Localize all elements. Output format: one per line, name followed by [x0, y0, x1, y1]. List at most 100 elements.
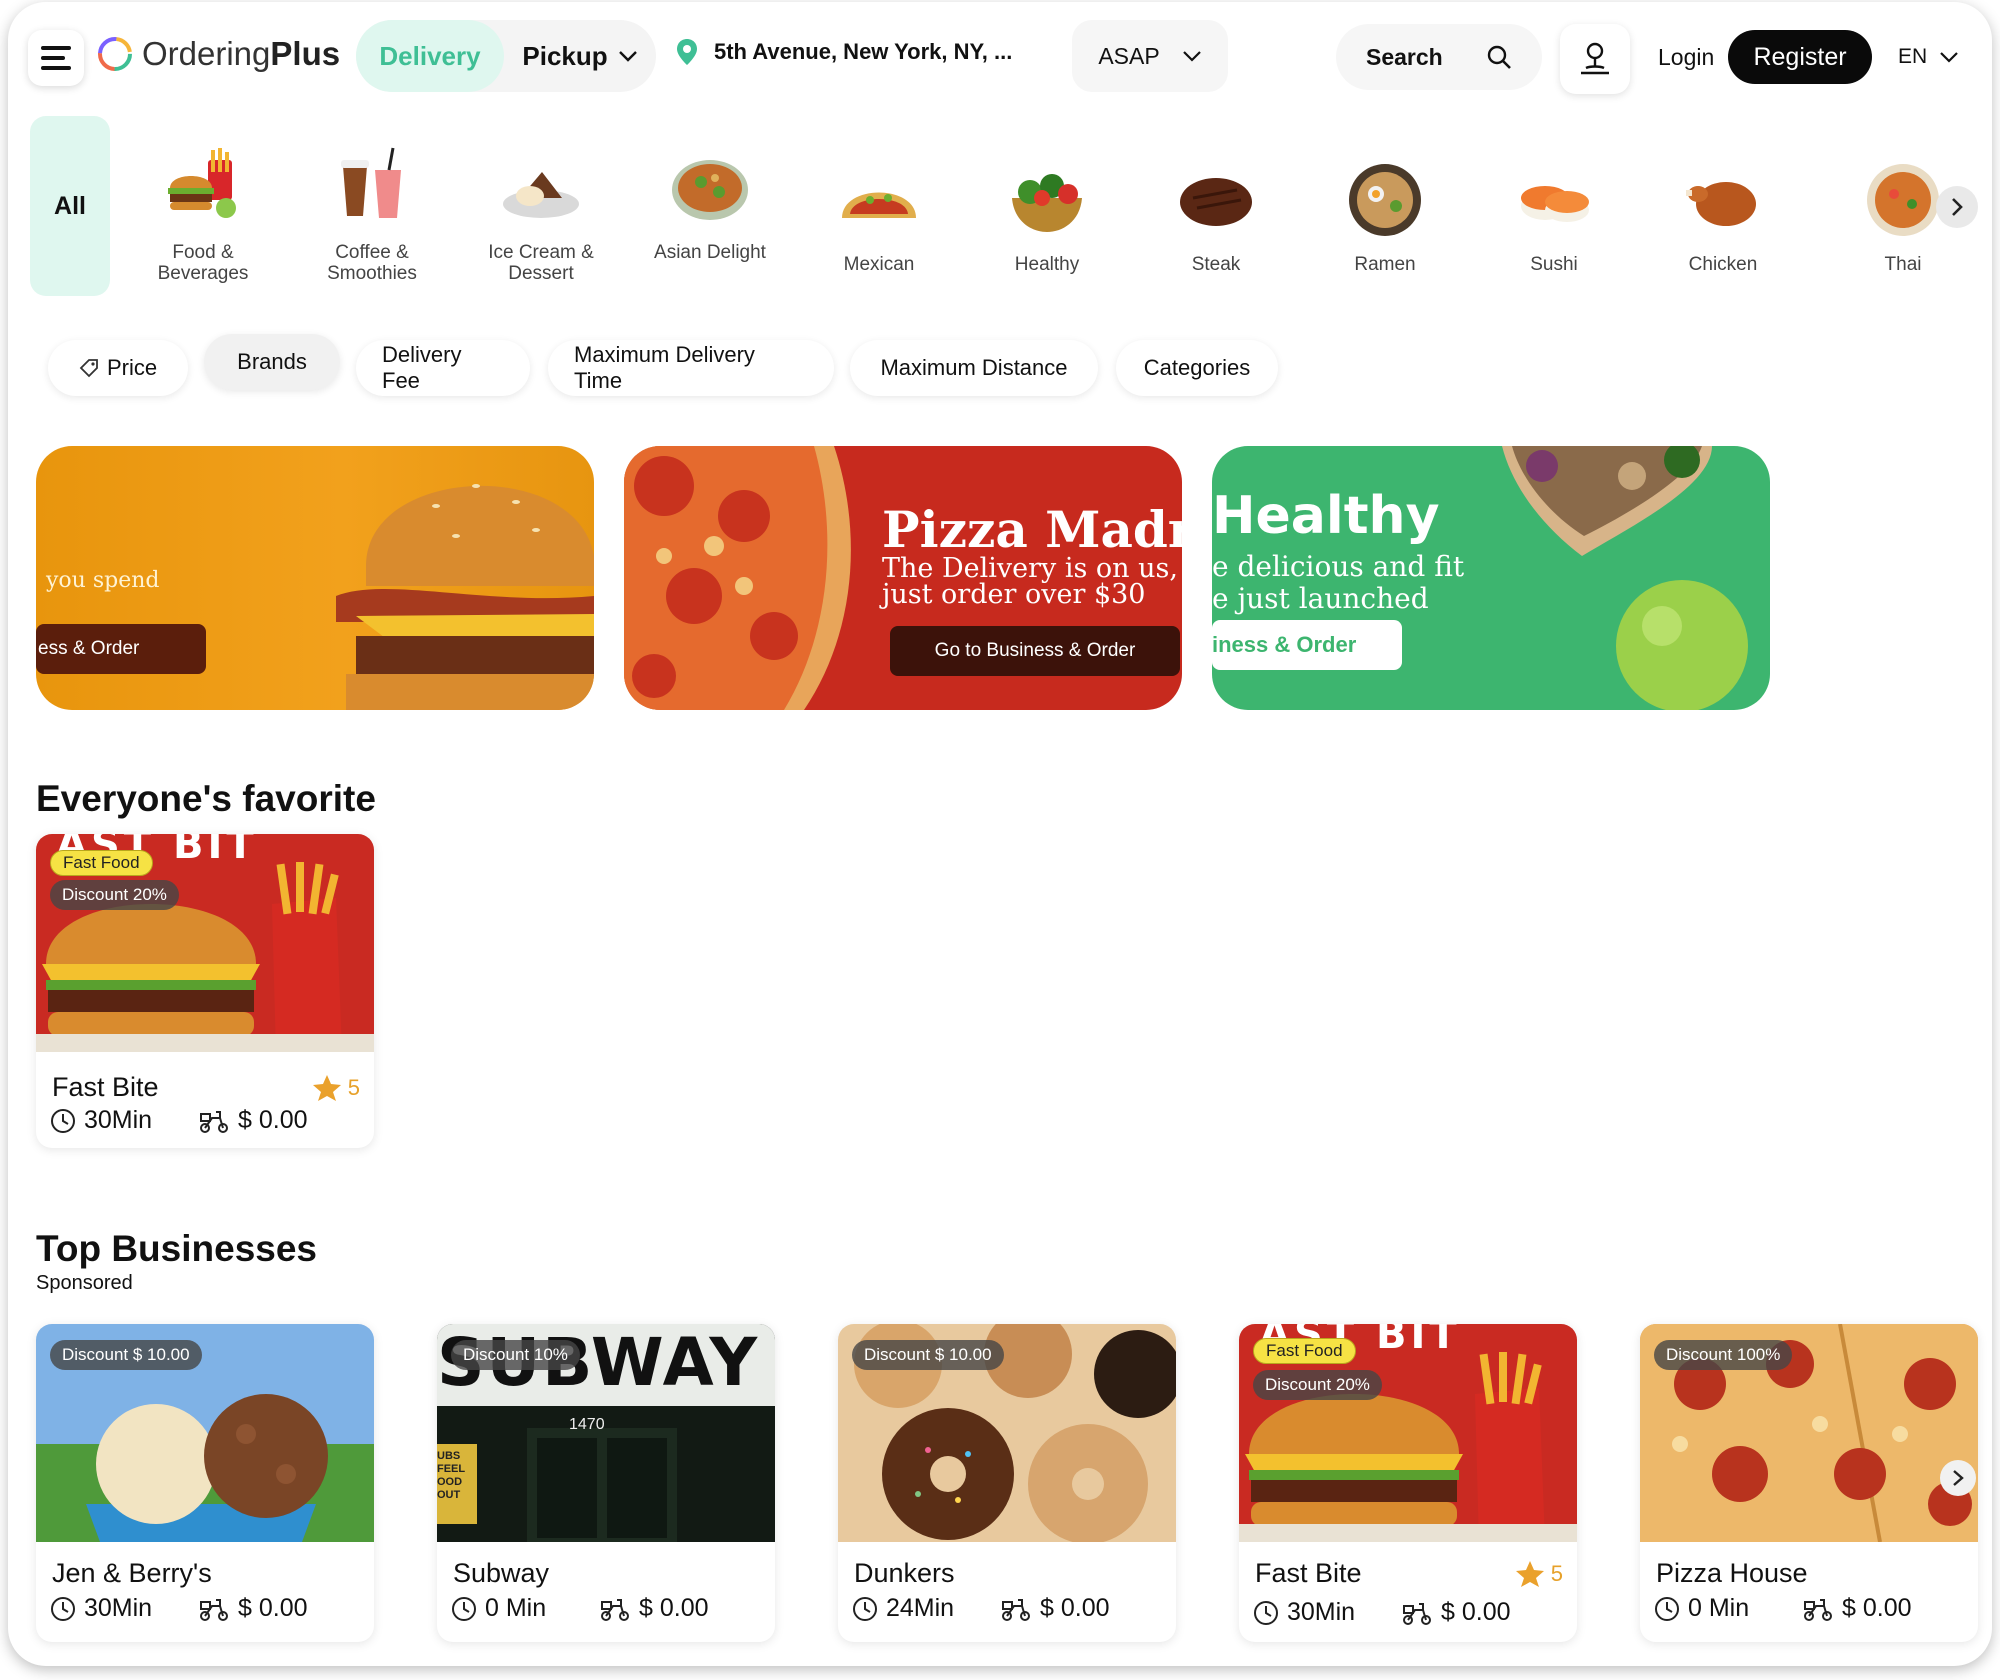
pickup-label: Pickup: [522, 40, 608, 71]
business-rating: 5: [312, 1074, 360, 1102]
business-card-fast-bite[interactable]: AST BIT Fast Food Discount 20% Fast Bite…: [36, 834, 374, 1148]
category-food-beverages[interactable]: Food & Beverages: [128, 132, 278, 284]
logo-text-bold: Plus: [270, 35, 341, 72]
category-all[interactable]: All: [30, 116, 110, 296]
category-mexican[interactable]: Mexican: [804, 144, 954, 275]
category-sushi[interactable]: Sushi: [1479, 144, 1629, 275]
tag-icon: [79, 359, 98, 378]
promo-banner-burger[interactable]: you spend ess & Order: [36, 446, 594, 710]
discount-badge: Discount $ 10.00: [50, 1340, 202, 1370]
chevron-down-icon: [1182, 51, 1201, 62]
address-selector[interactable]: 5th Avenue, New York, NY, ...: [676, 38, 1012, 66]
business-name: Dunkers: [854, 1558, 955, 1588]
discount-badge: Discount 10%: [451, 1340, 580, 1370]
business-photo: SUBWAY 1470 UBS FEEL OOD OUT Discount 10…: [437, 1324, 775, 1542]
category-scroll-next-button[interactable]: [1936, 186, 1978, 228]
app-window: OrderingPlus Delivery Pickup 5th Avenue,…: [8, 2, 1992, 1666]
rating-value: 5: [347, 1075, 360, 1100]
login-link[interactable]: Login: [1658, 44, 1714, 71]
photo-side-text: UBS FEEL OOD OUT: [437, 1450, 465, 1501]
delivery-time: 0 Min: [1654, 1594, 1749, 1623]
business-photo: AST BIT Fast Food Discount 20%: [1239, 1324, 1577, 1542]
user-location-button[interactable]: [1560, 24, 1630, 94]
business-card-dunkers[interactable]: Discount $ 10.00 Dunkers 24Min $ 0.00: [838, 1324, 1176, 1642]
star-icon: [1515, 1561, 1544, 1587]
thai-icon: [1867, 164, 1939, 236]
category-label: Steak: [1191, 254, 1241, 275]
asian-bowl-icon: [672, 160, 748, 220]
category-label: Healthy: [1014, 254, 1080, 275]
language-selector[interactable]: EN: [1898, 45, 1959, 69]
language-code: EN: [1898, 45, 1928, 68]
banner-order-button[interactable]: Go to Business & Order: [890, 626, 1180, 676]
time-value: 0 Min: [485, 1594, 547, 1622]
business-rating: 5: [1515, 1560, 1563, 1588]
pickup-tab[interactable]: Pickup: [504, 41, 656, 72]
category-label: Coffee & Smoothies: [327, 242, 417, 284]
category-label: Food & Beverages: [157, 242, 249, 284]
filter-categories[interactable]: Categories: [1116, 340, 1278, 396]
steak-icon: [1180, 178, 1252, 226]
ramen-icon: [1349, 164, 1421, 236]
banner-order-button[interactable]: ess & Order: [36, 624, 206, 674]
sponsored-label: Sponsored: [36, 1272, 133, 1294]
filter-label: Price: [106, 355, 158, 380]
business-card-jen-berrys[interactable]: Discount $ 10.00 Jen & Berry's 30Min $ 0…: [36, 1324, 374, 1642]
chevron-right-icon: [1952, 198, 1963, 216]
search-label: Search: [1366, 43, 1443, 70]
business-card-fast-bite-2[interactable]: AST BIT Fast Food Discount 20% Fast Bite…: [1239, 1324, 1577, 1642]
filter-delivery-fee[interactable]: Delivery Fee: [356, 340, 530, 396]
category-label: Thai: [1884, 254, 1922, 275]
time-value: 30Min: [84, 1594, 153, 1622]
hamburger-line: [41, 46, 71, 50]
filter-price[interactable]: Price: [48, 340, 188, 396]
filter-max-delivery-time[interactable]: Maximum Delivery Time: [548, 340, 834, 396]
delivery-tab[interactable]: Delivery: [356, 20, 504, 92]
category-asian-delight[interactable]: Asian Delight: [635, 132, 785, 263]
chevron-down-icon: [1940, 52, 1958, 63]
category-coffee-smoothies[interactable]: Coffee & Smoothies: [297, 132, 447, 284]
delivery-time: 30Min: [50, 1594, 152, 1623]
app-logo[interactable]: OrderingPlus: [96, 35, 340, 73]
category-ice-cream-dessert[interactable]: Ice Cream & Dessert: [466, 132, 616, 284]
fee-value: $ 0.00: [1842, 1594, 1912, 1622]
photo-sign-number: 1470: [569, 1416, 605, 1433]
order-type-toggle: Delivery Pickup: [356, 20, 656, 92]
sushi-icon: [1521, 186, 1589, 222]
clock-icon: [853, 1596, 877, 1621]
promo-banner-pizza[interactable]: Pizza Madr The Delivery is on us, just o…: [624, 446, 1182, 710]
delivery-time-selector[interactable]: ASAP: [1072, 20, 1228, 92]
delivery-time: 0 Min: [451, 1594, 546, 1623]
dessert-icon: [503, 172, 579, 218]
register-button[interactable]: Register: [1728, 30, 1872, 84]
burger-fries-icon: [168, 148, 236, 218]
category-steak[interactable]: Steak: [1141, 144, 1291, 275]
business-name: Jen & Berry's: [52, 1558, 212, 1588]
hamburger-line: [41, 66, 71, 70]
category-label: Sushi: [1530, 254, 1578, 275]
category-label: Ice Cream & Dessert: [488, 242, 594, 284]
businesses-scroll-next-button[interactable]: [1940, 1460, 1976, 1496]
top-header: OrderingPlus Delivery Pickup 5th Avenue,…: [8, 2, 1992, 114]
chevron-right-icon: [1953, 1470, 1964, 1486]
taco-icon: [842, 192, 916, 218]
scooter-icon: [1403, 1602, 1431, 1625]
category-healthy[interactable]: Healthy: [972, 144, 1122, 275]
business-name: Fast Bite: [52, 1072, 159, 1102]
discount-badge: Discount $ 10.00: [852, 1340, 1004, 1370]
delivery-fee: $ 0.00: [1000, 1594, 1110, 1623]
category-ramen[interactable]: Ramen: [1310, 144, 1460, 275]
clock-icon: [1655, 1596, 1679, 1621]
promo-banner-healthy[interactable]: Healthy e delicious and fit e just launc…: [1212, 446, 1770, 710]
filter-brands[interactable]: Brands: [204, 334, 340, 390]
search-button[interactable]: Search: [1336, 24, 1542, 90]
business-card-pizza-house[interactable]: Discount 100% Pizza House 0 Min $ 0.00: [1640, 1324, 1978, 1642]
filter-max-distance[interactable]: Maximum Distance: [850, 340, 1098, 396]
business-card-subway[interactable]: SUBWAY 1470 UBS FEEL OOD OUT Discount 10…: [437, 1324, 775, 1642]
category-chicken[interactable]: Chicken: [1648, 144, 1798, 275]
banner-order-button[interactable]: iness & Order: [1212, 620, 1402, 670]
clock-icon: [452, 1596, 476, 1621]
menu-button[interactable]: [28, 30, 84, 86]
business-photo: Discount $ 10.00: [838, 1324, 1176, 1542]
banner-text: e delicious and fit: [1212, 550, 1465, 583]
